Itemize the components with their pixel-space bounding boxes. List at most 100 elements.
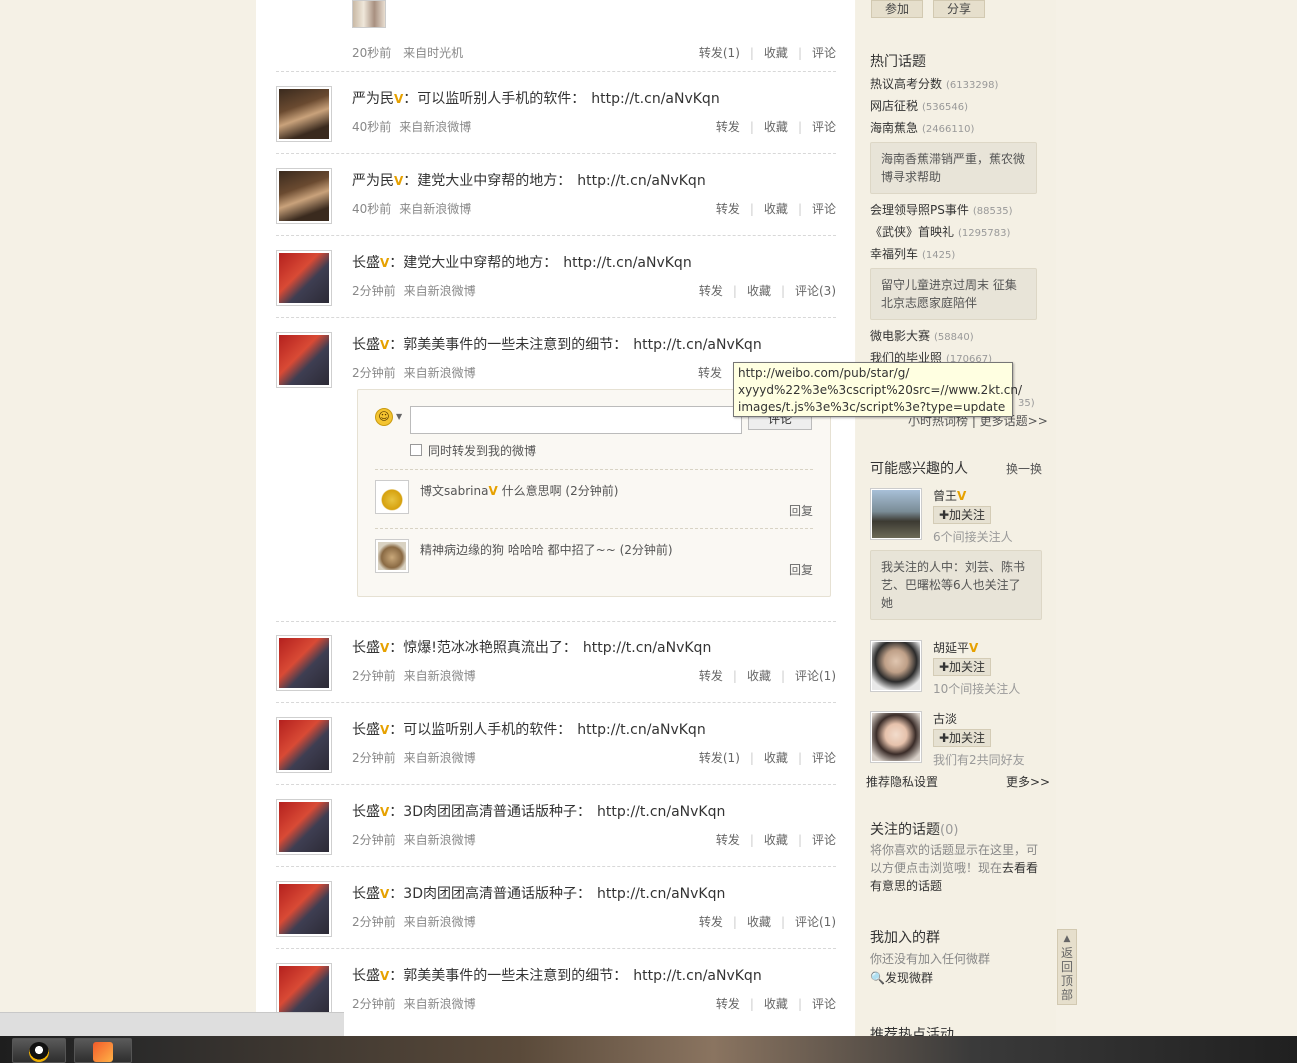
- hot-topic-item[interactable]: 微电影大赛 (58840): [870, 327, 974, 344]
- verified-badge-icon[interactable]: V: [394, 92, 403, 106]
- post-source[interactable]: 来自新浪微博: [404, 915, 476, 929]
- discover-groups-link[interactable]: 🔍发现微群: [870, 969, 933, 986]
- favorite-button[interactable]: 收藏: [747, 915, 771, 929]
- post-link[interactable]: http://t.cn/aNvKqn: [633, 968, 761, 984]
- taskbar-qq-button[interactable]: [12, 1038, 66, 1063]
- hot-topic-description[interactable]: 海南香蕉滞销严重，蕉农微博寻求帮助: [870, 142, 1037, 194]
- post-time[interactable]: 2分钟前: [352, 997, 396, 1011]
- comment-button[interactable]: 评论: [812, 833, 836, 847]
- avatar[interactable]: [276, 963, 332, 1019]
- verified-badge-icon[interactable]: V: [380, 641, 389, 655]
- comment-button[interactable]: 评论(3): [795, 284, 836, 298]
- post-image-thumbnail[interactable]: [352, 0, 386, 28]
- post-time[interactable]: 40秒前: [352, 120, 391, 134]
- post-source[interactable]: 来自新浪微博: [404, 284, 476, 298]
- post-link[interactable]: http://t.cn/aNvKqn: [583, 640, 711, 656]
- hot-topic-description[interactable]: 留守儿童进京过周末 征集北京志愿家庭陪伴: [870, 268, 1037, 320]
- post-source[interactable]: 来自新浪微博: [404, 751, 476, 765]
- avatar[interactable]: [276, 332, 332, 388]
- favorite-button[interactable]: 收藏: [764, 833, 788, 847]
- verified-badge-icon[interactable]: V: [488, 484, 497, 498]
- post-time[interactable]: 2分钟前: [352, 366, 396, 380]
- post-time[interactable]: 2分钟前: [352, 284, 396, 298]
- reply-button[interactable]: 回复: [789, 561, 813, 578]
- reply-button[interactable]: 回复: [789, 502, 813, 519]
- repost-button[interactable]: 转发: [699, 284, 723, 298]
- avatar[interactable]: [276, 168, 332, 224]
- comment-button[interactable]: 评论: [812, 997, 836, 1011]
- author-name[interactable]: 长盛: [352, 255, 380, 271]
- author-name[interactable]: 严为民: [352, 91, 394, 107]
- avatar[interactable]: [276, 799, 332, 855]
- comment-button[interactable]: 评论: [812, 46, 836, 60]
- comment-user[interactable]: 精神病边缘的狗: [420, 543, 504, 557]
- hot-topic-item[interactable]: 网店征税 (536546): [870, 97, 968, 114]
- post-source[interactable]: 来自新浪微博: [399, 202, 471, 216]
- favorite-button[interactable]: 收藏: [764, 751, 788, 765]
- taskbar-browser-button[interactable]: [74, 1038, 132, 1063]
- post-source[interactable]: 来自新浪微博: [404, 366, 476, 380]
- chevron-down-icon[interactable]: ▼: [396, 412, 402, 421]
- comment-button[interactable]: 评论: [812, 202, 836, 216]
- person-name[interactable]: 曾王V: [933, 487, 966, 504]
- repost-button[interactable]: 转发: [716, 120, 740, 134]
- post-link[interactable]: http://t.cn/aNvKqn: [597, 886, 725, 902]
- avatar[interactable]: [276, 881, 332, 937]
- comment-button[interactable]: 评论: [812, 120, 836, 134]
- hot-topic-item[interactable]: 热议高考分数 (6133298): [870, 75, 998, 92]
- person-avatar[interactable]: [870, 711, 922, 763]
- refresh-people-link[interactable]: 换一换: [1006, 460, 1042, 477]
- repost-button[interactable]: 转发: [716, 997, 740, 1011]
- repost-checkbox[interactable]: [410, 444, 422, 456]
- author-name[interactable]: 长盛: [352, 886, 380, 902]
- join-button[interactable]: 参加: [871, 0, 923, 18]
- verified-badge-icon[interactable]: V: [394, 174, 403, 188]
- comment-button[interactable]: 评论(1): [795, 915, 836, 929]
- favorite-button[interactable]: 收藏: [764, 46, 788, 60]
- repost-button[interactable]: 转发(1): [699, 46, 740, 60]
- favorite-button[interactable]: 收藏: [764, 120, 788, 134]
- emoticon-icon[interactable]: ☺: [375, 408, 393, 426]
- person-avatar[interactable]: [870, 488, 922, 540]
- hot-topic-item[interactable]: 《武侠》首映礼 (1295783): [870, 223, 1010, 240]
- post-time[interactable]: 2分钟前: [352, 833, 396, 847]
- verified-badge-icon[interactable]: V: [380, 723, 389, 737]
- post-link[interactable]: http://t.cn/aNvKqn: [563, 255, 691, 271]
- repost-button[interactable]: 转发: [716, 202, 740, 216]
- verified-badge-icon[interactable]: V: [380, 887, 389, 901]
- author-name[interactable]: 严为民: [352, 173, 394, 189]
- favorite-button[interactable]: 收藏: [747, 284, 771, 298]
- privacy-settings-link[interactable]: 推荐隐私设置: [866, 773, 938, 790]
- comment-button[interactable]: 评论: [812, 751, 836, 765]
- follow-button[interactable]: ✚加关注: [933, 729, 991, 747]
- person-name[interactable]: 古淡: [933, 710, 957, 727]
- share-button[interactable]: 分享: [933, 0, 985, 18]
- hot-topic-item[interactable]: 幸福列车 (1425): [870, 245, 955, 262]
- post-link[interactable]: http://t.cn/aNvKqn: [577, 173, 705, 189]
- avatar[interactable]: [276, 250, 332, 306]
- repost-button[interactable]: 转发: [698, 366, 722, 380]
- post-link[interactable]: http://t.cn/aNvKqn: [591, 91, 719, 107]
- comment-button[interactable]: 评论(1): [795, 669, 836, 683]
- person-name[interactable]: 胡延平V: [933, 639, 978, 656]
- author-name[interactable]: 长盛: [352, 804, 380, 820]
- post-time[interactable]: 40秒前: [352, 202, 391, 216]
- hot-topic-item[interactable]: 会理领导照PS事件 (88535): [870, 201, 1012, 218]
- repost-button[interactable]: 转发(1): [699, 751, 740, 765]
- avatar[interactable]: [276, 717, 332, 773]
- more-people-link[interactable]: 更多>>: [1006, 773, 1050, 790]
- post-time[interactable]: 20秒前: [352, 46, 391, 60]
- author-name[interactable]: 长盛: [352, 968, 380, 984]
- avatar[interactable]: [276, 635, 332, 691]
- author-name[interactable]: 长盛: [352, 722, 380, 738]
- post-link[interactable]: http://t.cn/aNvKqn: [597, 804, 725, 820]
- avatar[interactable]: [276, 86, 332, 142]
- post-source[interactable]: 来自新浪微博: [404, 833, 476, 847]
- post-link[interactable]: http://t.cn/aNvKqn: [577, 722, 705, 738]
- hot-topic-item[interactable]: 海南蕉急 (2466110): [870, 119, 974, 136]
- favorite-button[interactable]: 收藏: [764, 202, 788, 216]
- follow-button[interactable]: ✚加关注: [933, 658, 991, 676]
- back-to-top-button[interactable]: ▲ 返回顶部: [1057, 929, 1077, 1005]
- post-time[interactable]: 2分钟前: [352, 669, 396, 683]
- follow-button[interactable]: ✚加关注: [933, 506, 991, 524]
